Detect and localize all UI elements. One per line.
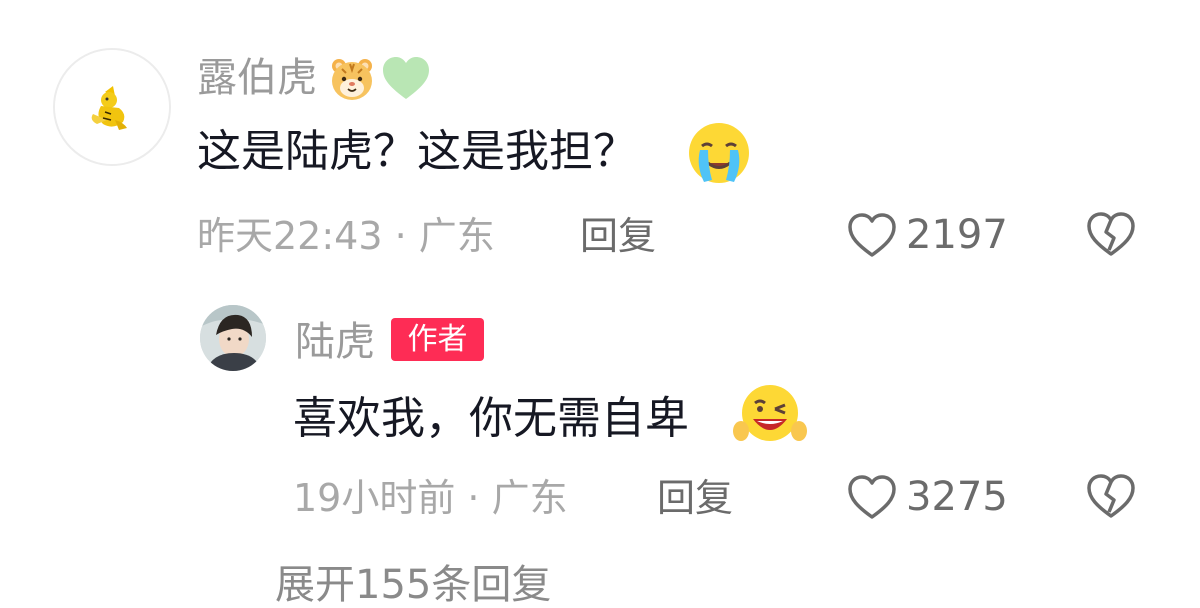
like-count: 3275: [906, 474, 1008, 520]
broken-heart-icon[interactable]: [1085, 210, 1137, 258]
winking-face-icon: [733, 385, 807, 441]
heart-outline-icon: [848, 475, 896, 519]
tiger-face-icon: [332, 59, 372, 100]
commenter-avatar[interactable]: [53, 48, 171, 166]
tiger-doll-icon: [55, 50, 169, 164]
like-count: 2197: [906, 212, 1008, 258]
reply-button[interactable]: 回复: [657, 475, 733, 521]
comment-text: 这是陆虎？这是我担？: [197, 126, 637, 177]
crying-face-icon: [689, 123, 749, 183]
comment-meta: 昨天22:43 · 广东: [197, 214, 495, 258]
like-button[interactable]: 2197: [846, 210, 1008, 260]
heart-outline-icon: [848, 213, 896, 257]
author-username[interactable]: 陆虎: [295, 318, 375, 366]
broken-heart-icon[interactable]: [1085, 472, 1137, 520]
reply-button[interactable]: 回复: [580, 213, 656, 259]
reply-meta: 19小时前 · 广东: [293, 476, 568, 520]
reply-text: 喜欢我，你无需自卑: [293, 393, 689, 444]
author-photo-icon: [200, 305, 266, 371]
like-button[interactable]: 3275: [846, 472, 1008, 522]
author-avatar[interactable]: [200, 305, 266, 371]
green-heart-icon: [383, 57, 429, 99]
expand-replies-link[interactable]: 展开155条回复: [275, 562, 551, 608]
author-badge: 作者: [391, 318, 484, 361]
commenter-username[interactable]: 露伯虎: [197, 54, 317, 102]
